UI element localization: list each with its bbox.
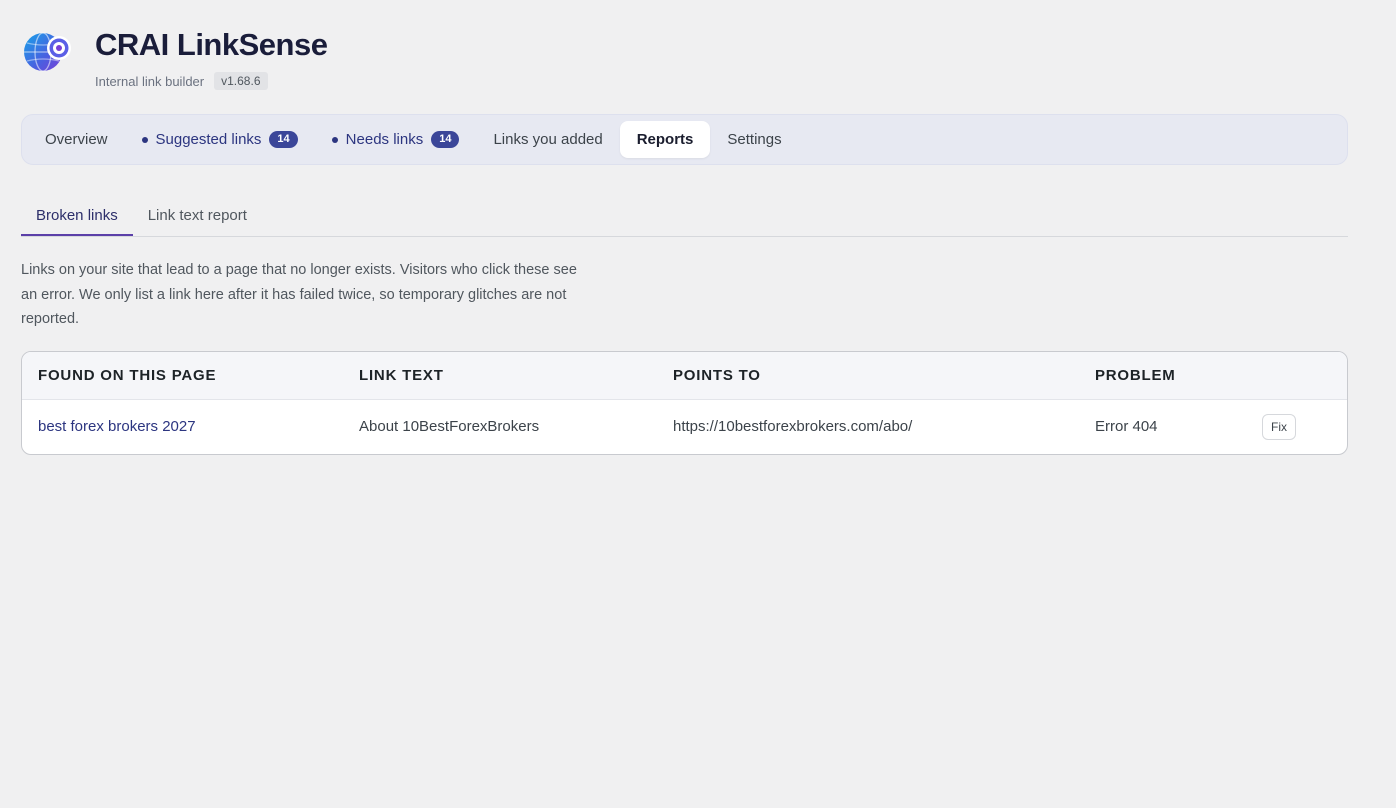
app-header: CRAI LinkSense Internal link builder v1.… [21,26,328,90]
tab-label: Needs links [345,131,424,148]
count-badge: 14 [431,131,460,148]
tab-label: Settings [727,131,782,148]
tab-overview[interactable]: Overview [28,121,125,158]
column-header-points-to: POINTS TO [673,367,761,384]
status-dot [331,136,338,143]
tab-suggested-links[interactable]: Suggested links 14 [125,121,315,158]
tab-label: Reports [636,131,694,148]
column-header-problem: PROBLEM [1095,367,1176,384]
fix-button[interactable]: Fix [1262,414,1296,440]
app-subtitle: Internal link builder [95,73,205,89]
found-on-page-link[interactable]: best forex brokers 2027 [38,418,196,435]
report-subtabs: Broken links Link text report [21,198,1348,237]
title-block: CRAI LinkSense Internal link builder v1.… [95,26,328,90]
table-header: FOUND ON THIS PAGE LINK TEXT POINTS TO P… [22,352,1347,400]
count-badge: 14 [269,131,298,148]
broken-links-table: FOUND ON THIS PAGE LINK TEXT POINTS TO P… [21,351,1348,455]
status-dot [141,136,148,143]
main-tabs: Overview Suggested links 14 Needs links … [21,114,1348,165]
tab-label: Links you added [493,131,603,148]
tab-links-you-added[interactable]: Links you added [476,121,619,158]
points-to-cell: https://10bestforexbrokers.com/abo/ [673,418,913,435]
app-root: CRAI LinkSense Internal link builder v1.… [0,0,1396,808]
column-header-found-on: FOUND ON THIS PAGE [38,367,217,384]
tab-needs-links[interactable]: Needs links 14 [315,121,477,158]
app-title: CRAI LinkSense [95,27,328,62]
tab-reports[interactable]: Reports [619,121,711,158]
subtitle-row: Internal link builder v1.68.6 [95,72,327,90]
link-text-cell: About 10BestForexBrokers [359,418,540,435]
report-description: Links on your site that lead to a page t… [21,262,577,327]
subtab-broken-links[interactable]: Broken links [21,198,133,236]
tab-label: Overview [45,131,108,148]
tab-label: Suggested links [155,131,262,148]
version-badge: v1.68.6 [214,72,268,90]
tab-settings[interactable]: Settings [710,121,798,158]
problem-cell: Error 404 [1095,418,1158,435]
table-row: best forex brokers 2027 About 10BestFore… [22,400,1347,454]
column-header-link-text: LINK TEXT [359,367,444,384]
subtab-link-text-report[interactable]: Link text report [133,198,262,236]
globe-target-logo [21,28,75,76]
